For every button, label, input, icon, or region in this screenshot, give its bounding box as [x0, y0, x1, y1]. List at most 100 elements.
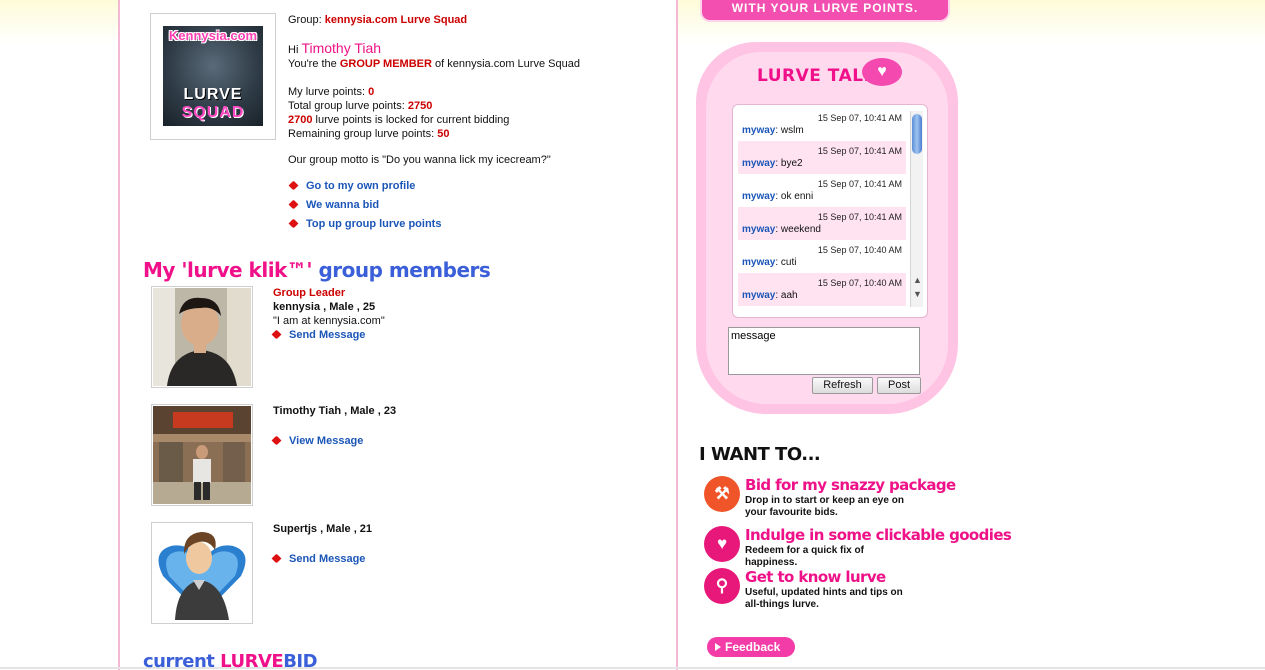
- member-suffix: of kennysia.com Lurve Squad: [435, 58, 580, 70]
- bullet-icon: [271, 553, 282, 564]
- heart-icon: ♥: [862, 58, 902, 86]
- chat-line: myway: bye2: [742, 158, 902, 169]
- chat-user[interactable]: myway: [742, 158, 775, 169]
- bullet-icon: [271, 329, 282, 340]
- chat-line: myway: ok enni: [742, 191, 902, 202]
- chat-user[interactable]: myway: [742, 290, 775, 301]
- member-name: Timothy Tiah , Male , 23: [273, 405, 397, 417]
- feedback-button[interactable]: Feedback: [707, 637, 795, 657]
- link-own-profile-label: Go to my own profile: [306, 180, 416, 192]
- group-logo-frame: Kennysia.com LURVE SQUAD: [150, 13, 276, 140]
- group-links: Go to my own profile We wanna bid Top up…: [288, 180, 442, 237]
- chat-time: 15 Sep 07, 10:41 AM: [817, 113, 902, 123]
- locked-points-text: lurve points is locked for current biddi…: [315, 114, 510, 126]
- chat-user[interactable]: myway: [742, 257, 775, 268]
- want-item-bid[interactable]: ⚒ Bid for my snazzy package Drop in to s…: [704, 476, 956, 522]
- group-name: kennysia.com Lurve Squad: [324, 14, 468, 26]
- chat-user[interactable]: myway: [742, 191, 775, 202]
- want-item-bid-head[interactable]: Bid for my snazzy package: [745, 476, 956, 494]
- total-points-label: Total group lurve points:: [288, 100, 405, 112]
- chat-text: : wslm: [775, 125, 804, 136]
- send-message-label: Send Message: [289, 553, 366, 565]
- chat-message: 15 Sep 07, 10:40 AM myway: aah: [738, 273, 906, 306]
- link-top-up-label: Top up group lurve points: [306, 218, 442, 230]
- group-logo: Kennysia.com LURVE SQUAD: [163, 26, 263, 126]
- chat-line: myway: aah: [742, 290, 902, 301]
- chat-time: 15 Sep 07, 10:40 AM: [817, 245, 902, 255]
- member-meta: Timothy Tiah , Male , 23 View Message: [271, 404, 397, 448]
- send-message-link[interactable]: Send Message: [271, 553, 366, 565]
- chat-time: 15 Sep 07, 10:41 AM: [817, 212, 902, 222]
- want-item-bid-desc: Drop in to start or keep an eye on your …: [745, 495, 904, 518]
- send-message-link[interactable]: Send Message: [271, 329, 365, 341]
- want-item-goodies-desc: Redeem for a quick fix of happiness.: [745, 545, 864, 568]
- member-quote: "I am at kennysia.com": [273, 315, 385, 327]
- member-photo-frame[interactable]: [151, 404, 253, 506]
- member-card: Supertjs , Male , 21 Send Message: [151, 522, 671, 626]
- member-card: Timothy Tiah , Male , 23 View Message: [151, 404, 671, 508]
- chat-message: 15 Sep 07, 10:41 AM myway: ok enni: [738, 174, 906, 207]
- user-name: Timothy Tiah: [301, 40, 382, 56]
- want-item-know[interactable]: ⚲ Get to know lurve Useful, updated hint…: [704, 568, 954, 614]
- link-we-wanna-bid-label: We wanna bid: [306, 199, 380, 211]
- portrait-image: [153, 288, 251, 386]
- avatar: [153, 288, 251, 386]
- avatar: [153, 406, 251, 504]
- chat-user[interactable]: myway: [742, 224, 775, 235]
- link-we-wanna-bid[interactable]: We wanna bid: [288, 199, 441, 218]
- chat-scroll-thumb[interactable]: [912, 114, 922, 154]
- post-button[interactable]: Post: [877, 377, 921, 394]
- member-meta: Supertjs , Male , 21 Send Message: [271, 522, 373, 566]
- chat-text: : weekend: [775, 224, 821, 235]
- link-top-up[interactable]: Top up group lurve points: [288, 218, 442, 237]
- chat-line: myway: weekend: [742, 224, 902, 235]
- avatar: [153, 524, 251, 622]
- chat-message: 15 Sep 07, 10:41 AM myway: weekend: [738, 207, 906, 240]
- chat-message: 15 Sep 07, 10:40 AM myway: cuti: [738, 240, 906, 273]
- chat-text: : cuti: [775, 257, 797, 268]
- chat-message: 15 Sep 07, 10:41 AM myway: wslm: [738, 108, 906, 141]
- current-bid-part2: LURVE: [220, 651, 284, 670]
- group-label: Group:: [288, 14, 322, 26]
- bullet-icon: [288, 199, 299, 210]
- members-title-part2: group members: [318, 258, 491, 282]
- member-role-label: Group Leader: [273, 287, 346, 299]
- chat-message-input[interactable]: message: [728, 327, 920, 375]
- remaining-points-value: 50: [437, 128, 450, 140]
- link-own-profile[interactable]: Go to my own profile: [288, 180, 441, 199]
- member-card: Group Leader kennysia , Male , 25 "I am …: [151, 286, 671, 390]
- view-message-link[interactable]: View Message: [271, 435, 364, 447]
- want-item-goodies[interactable]: ♥ Indulge in some clickable goodies Rede…: [704, 526, 1012, 568]
- chat-time: 15 Sep 07, 10:40 AM: [817, 278, 902, 288]
- view-message-label: View Message: [289, 435, 364, 447]
- member-spacer: [273, 536, 372, 552]
- chat-text: : aah: [775, 290, 798, 301]
- chat-text: : bye2: [775, 158, 803, 169]
- refresh-button[interactable]: Refresh: [812, 377, 873, 394]
- want-item-know-head[interactable]: Get to know lurve: [745, 568, 886, 586]
- points-banner[interactable]: WITH YOUR LURVE POINTS.: [700, 0, 950, 22]
- chat-line: myway: wslm: [742, 125, 902, 136]
- chat-messages-box[interactable]: 15 Sep 07, 10:41 AM myway: wslm 15 Sep 0…: [732, 104, 928, 318]
- total-points-value: 2750: [407, 100, 433, 112]
- chat-user[interactable]: myway: [742, 125, 775, 136]
- chat-message: 15 Sep 07, 10:41 AM myway: bye2: [738, 141, 906, 174]
- member-spacer: [273, 418, 396, 434]
- member-photo-frame[interactable]: [151, 286, 253, 388]
- chat-text: : ok enni: [775, 191, 814, 202]
- photo-image: [153, 406, 251, 504]
- hi-text: Hi: [288, 44, 299, 56]
- member-name: Supertjs , Male , 21: [273, 523, 373, 535]
- scroll-up-icon[interactable]: ▲: [911, 275, 924, 285]
- group-info: Group: kennysia.com Lurve Squad Hi Timot…: [288, 13, 668, 167]
- want-item-know-desc: Useful, updated hints and tips on all-th…: [745, 587, 903, 610]
- want-item-goodies-head[interactable]: Indulge in some clickable goodies: [745, 526, 1012, 544]
- my-points-label: My lurve points:: [288, 86, 366, 98]
- chat-scrollbar[interactable]: ▲ ▼: [910, 111, 923, 307]
- i-want-to-title: I WANT TO...: [699, 444, 821, 465]
- member-role: GROUP MEMBER: [339, 58, 432, 70]
- member-photo-frame[interactable]: [151, 522, 253, 624]
- scroll-down-icon[interactable]: ▼: [911, 289, 924, 299]
- locked-points-value: 2700: [288, 114, 313, 126]
- member-name: kennysia , Male , 25: [273, 301, 376, 313]
